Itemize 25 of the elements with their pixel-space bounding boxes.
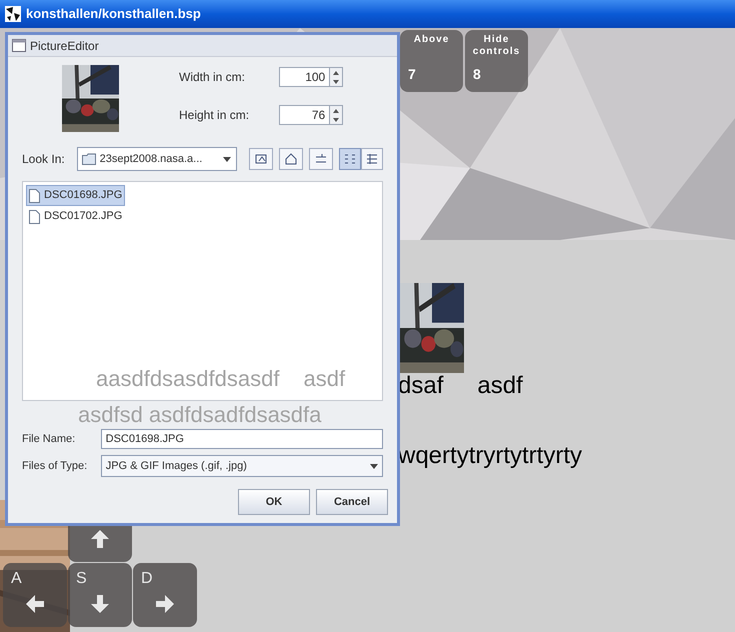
key-label: A <box>11 571 22 587</box>
arrow-icon <box>89 593 111 615</box>
key-button[interactable]: A <box>3 563 67 627</box>
faded-text: asdf <box>303 365 346 393</box>
file-type-dropdown[interactable]: JPG & GIF Images (.gif, .jpg) <box>100 455 383 477</box>
caret-down-icon <box>370 464 378 468</box>
field-label: File Name: <box>22 432 76 447</box>
faded-text: aasdfdsasdfdsasdf <box>96 365 280 393</box>
key-label: D <box>141 571 153 587</box>
arrow-icon <box>89 528 111 550</box>
arrow-icon <box>24 593 46 615</box>
scene-text: asdf <box>477 371 523 401</box>
dialog-button[interactable]: OK <box>238 489 310 515</box>
key-button[interactable]: S <box>68 563 132 627</box>
arrow-icon <box>154 593 176 615</box>
scene-text: dsaf <box>398 371 444 401</box>
dialog-button[interactable]: Cancel <box>316 489 388 515</box>
scene-text: wqertytryrtytrtyrty <box>398 442 582 469</box>
file-name-field[interactable]: DSC01698.JPG <box>100 429 383 449</box>
app-icon <box>4 5 22 23</box>
field-label: Files of Type: <box>22 458 88 474</box>
faded-text: asdfsd asdfdsadfdsasdfa <box>78 402 322 427</box>
key-label: S <box>76 571 87 587</box>
key-button[interactable]: D <box>133 563 197 627</box>
window-title: konsthallen/konsthallen.bsp <box>26 5 201 24</box>
